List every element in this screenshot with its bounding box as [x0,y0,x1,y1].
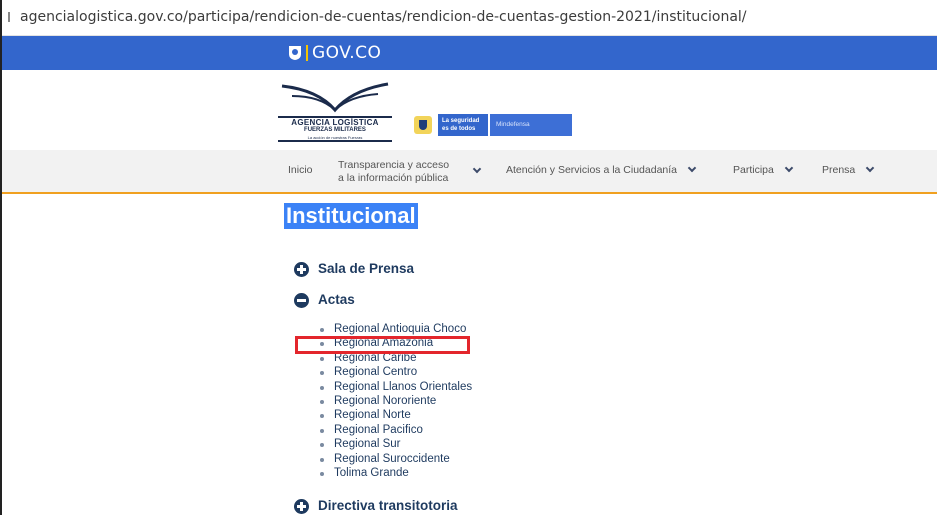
collapse-minus-icon[interactable] [294,293,309,308]
logo-subtitle: FUERZAS MILITARES [304,127,366,133]
expand-plus-icon[interactable] [294,499,309,514]
highlight-box [295,336,470,354]
section-label[interactable]: Actas [318,292,355,307]
list-item[interactable]: Regional Nororiente [318,394,472,408]
address-bar[interactable]: agencialogistica.gov.co/participa/rendic… [2,0,937,36]
logo-rule-bottom [278,140,392,142]
govco-shield-icon [289,46,301,60]
chevron-down-icon [866,163,875,173]
list-item[interactable]: Regional Pacifico [318,423,472,437]
nav-inicio[interactable]: Inicio [288,164,313,176]
mindefensa-logo[interactable]: La seguridad es de todos Mindefensa [414,114,572,136]
list-item[interactable]: Regional Norte [318,408,472,422]
list-item[interactable]: Regional Antioquia Choco [318,322,472,336]
list-item[interactable]: Regional Llanos Orientales [318,380,472,394]
govco-brand[interactable]: GOV.CO [312,43,381,63]
list-item[interactable]: Regional Sur [318,437,472,451]
mindefensa-lema: La seguridad es de todos [438,114,488,136]
logo-title: AGENCIA LOGÍSTICA [291,118,379,127]
site-header: AGENCIA LOGÍSTICA FUERZAS MILITARES La a… [2,70,937,150]
url-text[interactable]: agencialogistica.gov.co/participa/rendic… [20,9,747,25]
site-info-icon[interactable] [8,12,10,22]
nav-participa[interactable]: Participa [733,163,794,176]
govco-bar: GOV.CO [2,36,937,70]
chevron-down-icon [784,163,794,173]
nav-prensa[interactable]: Prensa [822,163,875,176]
logo-wings-icon [281,82,389,113]
chevron-down-icon[interactable] [472,164,482,174]
nav-transparencia-line2: a la información pública [338,172,449,184]
main-nav: Inicio Transparencia y acceso a la infor… [2,150,937,194]
section-label[interactable]: Sala de Prensa [318,261,414,276]
list-item[interactable]: Tolima Grande [318,466,472,480]
nav-atencion-label: Atención y Servicios a la Ciudadanía [506,164,678,176]
govco-separator [306,45,308,61]
chevron-down-icon [687,163,697,173]
colombia-shield-icon [414,116,432,134]
agencia-logistica-logo[interactable]: AGENCIA LOGÍSTICA FUERZAS MILITARES La a… [270,80,400,142]
section-label[interactable]: Directiva transitotoria [318,498,458,513]
page-title: Institucional [284,203,418,229]
nav-transparencia[interactable]: Transparencia y acceso a la información … [338,159,449,185]
list-item[interactable]: Regional Centro [318,365,472,379]
mindefensa-name: Mindefensa [490,114,572,136]
expand-plus-icon[interactable] [294,262,309,277]
nav-participa-label: Participa [733,164,774,176]
nav-transparencia-line1: Transparencia y acceso [338,159,450,171]
nav-atencion[interactable]: Atención y Servicios a la Ciudadanía [506,163,697,176]
nav-prensa-label: Prensa [822,164,856,176]
list-item[interactable]: Regional Suroccidente [318,452,472,466]
